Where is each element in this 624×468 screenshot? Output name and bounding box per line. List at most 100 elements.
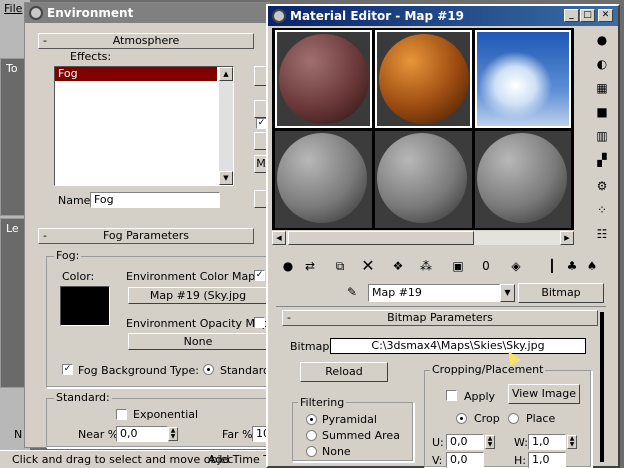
w-spinner[interactable]: ▲ ▼ [567,435,577,449]
filter-summed-area-radio[interactable] [306,430,317,441]
effects-list[interactable]: Fog ▲ ▼ [54,66,234,186]
material-navigator-icon[interactable]: ☷ [594,226,610,242]
put-to-library-icon[interactable]: ▣ [450,258,466,274]
scroll-right-button[interactable]: ▶ [560,231,574,245]
get-material-icon[interactable]: ● [280,258,296,274]
go-to-parent-icon[interactable]: ♣ [564,258,580,274]
crop-radio[interactable] [456,413,467,424]
make-preview-icon[interactable]: ▞ [594,152,610,168]
filter-pyramidal-radio[interactable] [306,414,317,425]
standard-group-label: Standard: [54,391,112,404]
near-spinner[interactable]: ▲ ▼ [168,427,178,441]
file-menu[interactable]: File [4,2,22,15]
show-map-in-viewport-icon[interactable]: ◈ [508,258,524,274]
close-icon[interactable]: ✕ [598,9,613,22]
filter-none-label: None [322,445,351,458]
reset-map-icon[interactable]: ✕ [360,258,376,274]
environment-titlebar[interactable]: Environment [25,3,269,23]
sample-slot-4[interactable] [275,131,372,228]
name-label: Name: [58,194,95,207]
filter-summed-area-label: Summed Area [322,429,400,442]
background-checker-icon[interactable]: ▦ [594,80,610,96]
map-name-dropdown-arrow[interactable]: ▼ [500,284,515,302]
make-unique-icon[interactable]: ⁂ [418,258,434,274]
type-standard-radio[interactable] [203,364,214,375]
make-copy-icon[interactable]: ❖ [390,258,406,274]
v-label: V: [432,454,443,467]
select-by-material-icon[interactable]: ⁘ [594,202,610,218]
w-label: W: [514,436,528,449]
scroll-up-button[interactable]: ▲ [219,67,233,81]
put-to-scene-icon[interactable]: ⇄ [302,258,318,274]
u-spinner[interactable]: ▲ ▼ [485,435,495,449]
fog-parameters-rollout[interactable]: - Fog Parameters [38,228,254,244]
status-text: Click and drag to select and move objec [12,453,234,466]
scroll-left-button[interactable]: ◀ [272,231,286,245]
bitmap-label: Bitmap: [290,340,334,353]
atmosphere-rollout[interactable]: - Atmosphere [38,33,254,49]
sample-uv-tiling-icon[interactable]: ■ [594,104,610,120]
video-color-check-icon[interactable]: ▥ [594,128,610,144]
map-type-button[interactable]: Bitmap [518,283,604,303]
h-field[interactable]: 1,0 [528,452,566,468]
environment-window-icon [29,6,43,20]
filtering-group-label: Filtering [298,396,347,409]
bitmap-path-button[interactable]: C:\3dsmax4\Maps\Skies\Sky.jpg [330,338,586,354]
material-editor-titlebar[interactable]: Material Editor - Map #19 _ □ ✕ [268,6,618,26]
reload-button[interactable]: Reload [300,362,388,382]
material-editor-window-icon [272,9,286,23]
u-field[interactable]: 0,0 [446,434,484,450]
near-field[interactable]: 0,0 [116,426,168,442]
environment-opacity-map-button[interactable]: None [128,333,268,350]
scroll-down-button[interactable]: ▼ [219,171,233,185]
view-image-button[interactable]: View Image [508,384,580,404]
fog-group-label: Fog: [54,249,82,262]
sample-slot-6[interactable] [475,131,571,228]
assign-to-selection-icon[interactable]: ⧉ [332,258,348,274]
options-icon[interactable]: ⚙ [594,178,610,194]
filter-none-radio[interactable] [306,446,317,457]
type-label: Type: [170,364,199,377]
sample-type-icon[interactable]: ● [594,32,610,48]
bitmap-parameters-rollout[interactable]: - Bitmap Parameters [282,310,598,326]
material-effects-channel-icon[interactable]: 0 [478,258,494,274]
sample-slot-5[interactable] [375,131,472,228]
add-time-tag[interactable]: Add Time T [208,453,270,466]
go-forward-to-sibling-icon[interactable]: ♠ [584,258,600,274]
effects-list-item[interactable]: Fog [55,67,217,81]
exponential-checkbox[interactable] [116,409,127,420]
environment-opacity-map-checkbox[interactable] [254,317,265,328]
sample-slot-sky-active[interactable] [475,30,571,128]
scroll-thumb[interactable] [288,231,474,245]
map-name-dropdown[interactable]: Map #19 [368,284,500,302]
environment-color-map-button[interactable]: Map #19 (Sky.jpg [128,287,268,304]
pick-material-eyedropper-icon[interactable]: ✎ [344,284,360,300]
show-end-result-icon[interactable]: ┃ [544,258,560,274]
slots-scrollbar[interactable]: ◀ ▶ [272,231,574,245]
maximize-icon[interactable]: □ [580,9,595,22]
w-field[interactable]: 1,0 [528,434,566,450]
environment-color-map-checkbox[interactable]: ✓ [254,270,265,281]
u-label: U: [432,436,444,449]
viewport-label-top: To [6,62,18,75]
apply-label: Apply [464,390,496,403]
place-radio[interactable] [508,413,519,424]
effects-list-scrollbar[interactable]: ▲ ▼ [219,67,233,185]
sample-slot-wood[interactable] [375,30,472,128]
bottom-n-label: N [14,428,23,441]
environment-color-map-label: Environment Color Map: [126,270,259,283]
effect-name-field[interactable]: Fog [90,192,220,208]
sample-slot-brick[interactable] [275,30,372,128]
minimize-icon[interactable]: _ [564,9,579,22]
parameters-scrollbar[interactable] [600,312,604,462]
fog-color-swatch[interactable] [60,286,110,326]
fog-background-checkbox[interactable]: ✓ [62,364,73,375]
type-standard-label: Standard [220,364,271,377]
fog-background-label: Fog Background [78,364,167,377]
backlight-icon[interactable]: ◐ [594,56,610,72]
v-field[interactable]: 0,0 [446,452,484,468]
apply-checkbox[interactable] [446,390,457,401]
effects-label: Effects: [70,50,112,63]
environment-title: Environment [47,6,134,20]
viewport-label-left: Le [6,222,19,235]
